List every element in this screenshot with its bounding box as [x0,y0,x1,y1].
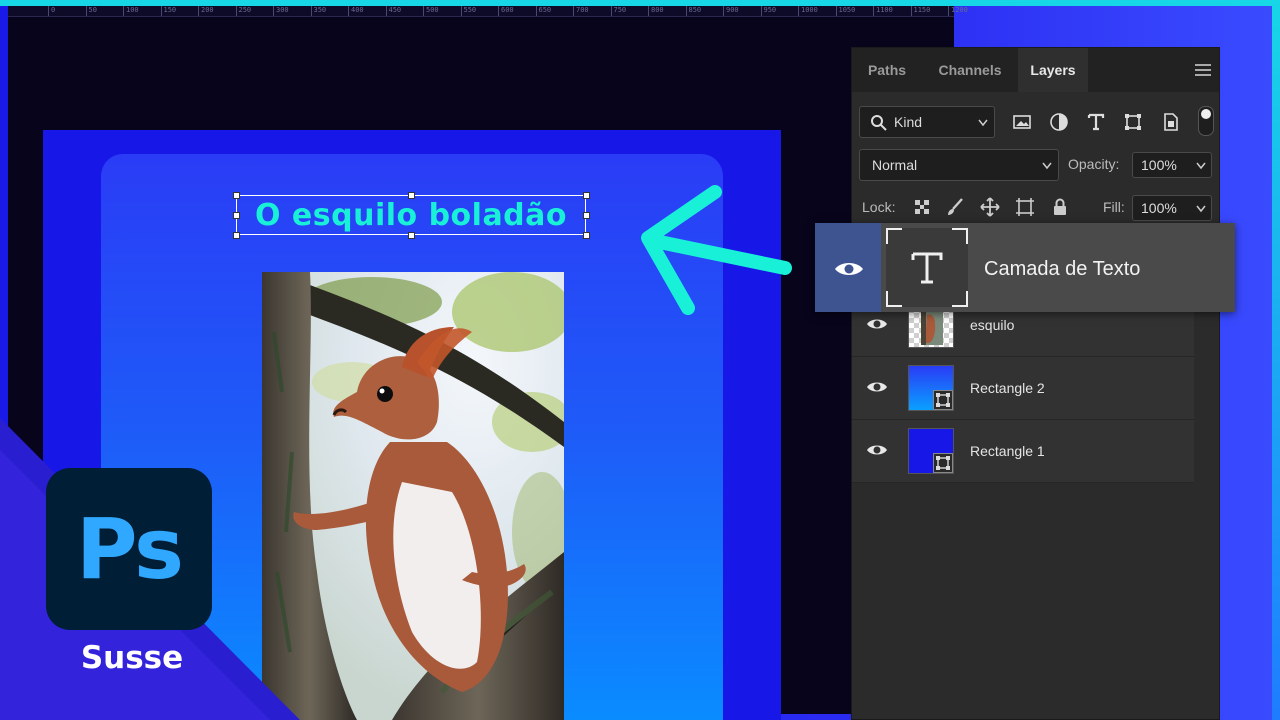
ruler-tick [723,6,724,16]
layer-name: Rectangle 2 [970,380,1045,396]
ruler-tick [798,6,799,16]
thumb-corner [952,228,968,244]
layer-row-rectangle-1[interactable]: Rectangle 1 [852,420,1194,483]
ruler-tick [385,6,387,16]
ruler-label: 700 [576,6,589,14]
ruler-label: 400 [351,6,364,14]
pointer-arrow-icon [641,185,792,315]
ruler-tick [535,6,537,16]
ruler-label: 600 [501,6,514,14]
channel-name: Susse [80,640,184,676]
ruler-tick [648,6,649,16]
lock-transparent-pixels-icon[interactable] [912,197,932,217]
ruler-tick [423,6,424,16]
ruler-label: 750 [613,6,627,14]
tab-channels[interactable]: Channels [924,48,1016,92]
image-filter-icon[interactable] [1012,112,1032,132]
ruler-tick [910,6,912,16]
layer-row-camada-de-texto[interactable]: Camada de Texto [815,223,1235,312]
frame-border-top [0,0,1280,6]
panel-tabs: Paths Channels Layers [852,48,1219,92]
filter-toggle[interactable] [1198,106,1214,136]
transform-handle[interactable] [408,192,415,199]
chevron-down-icon [1196,205,1206,213]
photoshop-logo: Ps [46,468,212,630]
visibility-toggle[interactable] [815,223,881,312]
ruler-tick [685,6,687,16]
ruler-tick [610,6,612,16]
thumb-corner [952,291,968,307]
transform-handle[interactable] [583,232,590,239]
ruler-tick [460,6,462,16]
ruler-label: 450 [388,6,402,14]
vector-shape-icon [933,390,953,410]
ruler-tick [948,6,949,16]
ruler-label: 850 [688,6,702,14]
chevron-down-icon [978,119,988,127]
ruler-label: 500 [426,6,439,14]
search-icon [871,115,887,131]
transform-handle[interactable] [583,212,590,219]
chevron-down-icon [1042,162,1052,170]
tab-paths[interactable]: Paths [852,48,922,92]
ruler-label: 1200 [951,6,968,14]
ruler-label: 950 [763,6,777,14]
panel-menu-icon[interactable] [1195,64,1211,76]
opacity-field[interactable]: 100% [1132,152,1212,178]
fill-value: 100% [1141,200,1177,216]
chevron-down-icon [1196,162,1206,170]
ruler-label: 1150 [913,6,931,14]
layer-thumbnail [908,365,954,411]
lock-label: Lock: [862,199,896,215]
ruler-label: 800 [651,6,664,14]
ruler-tick [573,6,574,16]
logo-text: Ps [75,500,184,598]
ruler-tick [348,6,349,16]
opacity-label: Opacity: [1068,156,1120,172]
type-layer-icon [911,252,943,284]
ruler-tick [873,6,874,16]
fill-label: Fill: [1103,199,1125,215]
vector-shape-icon [933,453,953,473]
layer-thumbnail [908,428,954,474]
ruler-label: 1000 [801,6,818,14]
thumb-corner [886,291,902,307]
layer-name: Rectangle 1 [970,443,1045,459]
visibility-eye-icon[interactable] [866,442,888,458]
layer-row-rectangle-2[interactable]: Rectangle 2 [852,357,1194,420]
ruler-tick [498,6,499,16]
ruler-label: 900 [726,6,739,14]
visibility-eye-icon[interactable] [866,379,888,395]
ruler-tick [835,6,837,16]
thumb-corner [886,228,902,244]
lock-artboard-icon[interactable] [1015,197,1035,217]
visibility-eye-icon[interactable] [834,260,864,278]
layer-name: Camada de Texto [984,258,1141,280]
shape-filter-icon[interactable] [1123,112,1143,132]
lock-position-icon[interactable] [980,197,1000,217]
ruler-tick [760,6,762,16]
ruler-label: 1050 [838,6,856,14]
adjustment-filter-icon[interactable] [1049,112,1069,132]
layers-panel: Paths Channels Layers Kind Normal Opacit… [851,47,1220,720]
lock-all-icon[interactable] [1050,197,1070,217]
blend-mode-value: Normal [872,157,918,173]
visibility-eye-icon[interactable] [866,316,888,332]
text-layer-thumbnail [886,228,968,307]
lock-image-pixels-icon[interactable] [945,197,965,217]
filter-kind-select[interactable]: Kind [859,106,995,138]
transform-handle[interactable] [583,192,590,199]
fill-field[interactable]: 100% [1132,195,1212,221]
blend-mode-select[interactable]: Normal [859,149,1059,181]
ruler-label: 1100 [876,6,893,14]
opacity-value: 100% [1141,157,1177,173]
transform-handle[interactable] [408,232,415,239]
smart-object-filter-icon[interactable] [1160,112,1180,132]
type-filter-icon[interactable] [1086,112,1106,132]
filter-kind-label: Kind [894,114,923,130]
ruler-label: 650 [538,6,552,14]
ruler-label: 550 [463,6,477,14]
frame-border-right [1272,0,1280,720]
tab-layers[interactable]: Layers [1018,48,1088,92]
